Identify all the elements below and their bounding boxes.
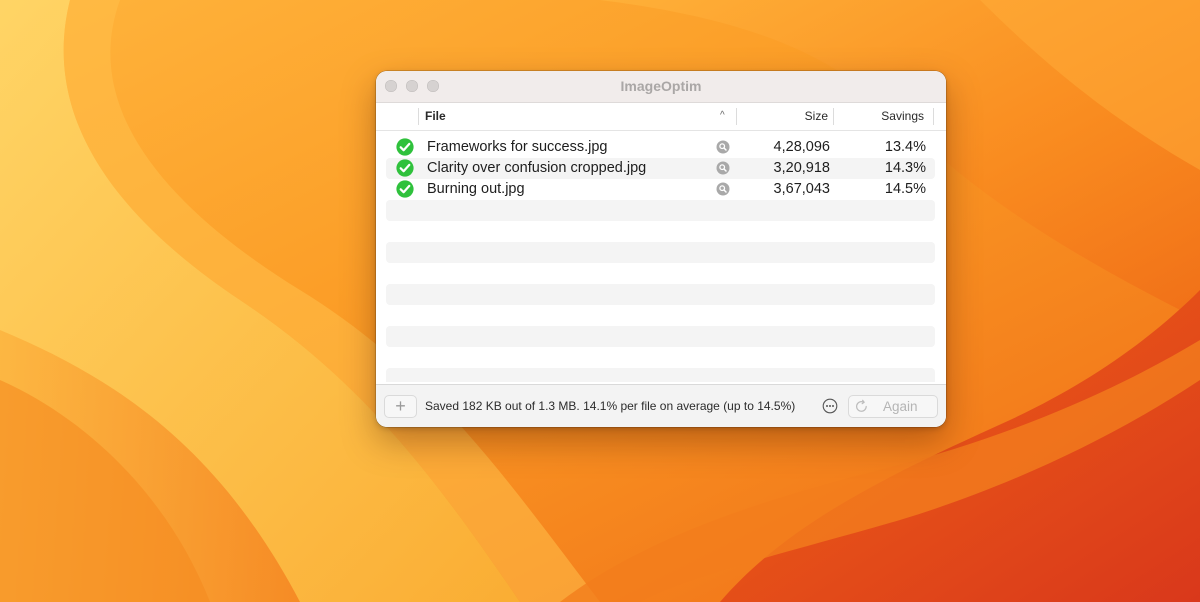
- file-size: 3,67,043: [773, 181, 830, 197]
- column-header-file[interactable]: File: [425, 109, 446, 123]
- empty-row: [386, 326, 935, 347]
- imageoptim-window: ImageOptim File ^ Size Savings Framework…: [376, 71, 946, 427]
- file-size: 3,20,918: [773, 160, 830, 176]
- column-separator: [418, 108, 419, 125]
- more-options-icon[interactable]: [822, 398, 838, 414]
- add-files-button[interactable]: +: [384, 395, 417, 418]
- status-bar: + Saved 182 KB out of 1.3 MB. 14.1% per …: [376, 384, 946, 427]
- file-savings: 14.3%: [884, 160, 926, 176]
- column-separator: [736, 108, 737, 125]
- checkmark-circle-icon: [396, 138, 414, 156]
- empty-row: [386, 368, 935, 382]
- empty-row: [386, 263, 935, 284]
- column-separator: [933, 108, 934, 125]
- column-separator: [833, 108, 834, 125]
- file-name: Clarity over confusion cropped.jpg: [427, 160, 647, 176]
- empty-row: [386, 200, 935, 221]
- table-header: File ^ Size Savings: [376, 103, 946, 131]
- column-header-savings[interactable]: Savings: [881, 109, 924, 123]
- file-size: 4,28,096: [773, 139, 830, 155]
- magnifier-icon[interactable]: [716, 161, 730, 175]
- status-summary: Saved 182 KB out of 1.3 MB. 14.1% per fi…: [425, 399, 796, 413]
- file-list: Frameworks for success.jpg 4,28,096 13.4…: [386, 137, 935, 382]
- column-header-size[interactable]: Size: [805, 109, 828, 123]
- file-name: Frameworks for success.jpg: [427, 139, 608, 155]
- file-savings: 14.5%: [884, 181, 926, 197]
- desktop: ImageOptim File ^ Size Savings Framework…: [0, 0, 1200, 602]
- checkmark-circle-icon: [396, 159, 414, 177]
- table-row[interactable]: Burning out.jpg 3,67,043 14.5%: [386, 179, 935, 200]
- empty-row: [386, 221, 935, 242]
- empty-row: [386, 284, 935, 305]
- again-button[interactable]: Again: [848, 395, 938, 418]
- title-bar[interactable]: ImageOptim: [376, 71, 946, 103]
- empty-row: [386, 347, 935, 368]
- checkmark-circle-icon: [396, 180, 414, 198]
- magnifier-icon[interactable]: [716, 140, 730, 154]
- table-row[interactable]: Frameworks for success.jpg 4,28,096 13.4…: [386, 137, 935, 158]
- again-button-label: Again: [883, 399, 918, 414]
- window-title: ImageOptim: [620, 78, 702, 94]
- table-row[interactable]: Clarity over confusion cropped.jpg 3,20,…: [386, 158, 935, 179]
- file-name: Burning out.jpg: [427, 181, 525, 197]
- sort-ascending-icon[interactable]: ^: [720, 110, 725, 121]
- empty-row: [386, 305, 935, 326]
- file-savings: 13.4%: [884, 139, 926, 155]
- empty-row: [386, 242, 935, 263]
- refresh-icon: [856, 399, 867, 412]
- magnifier-icon[interactable]: [716, 182, 730, 196]
